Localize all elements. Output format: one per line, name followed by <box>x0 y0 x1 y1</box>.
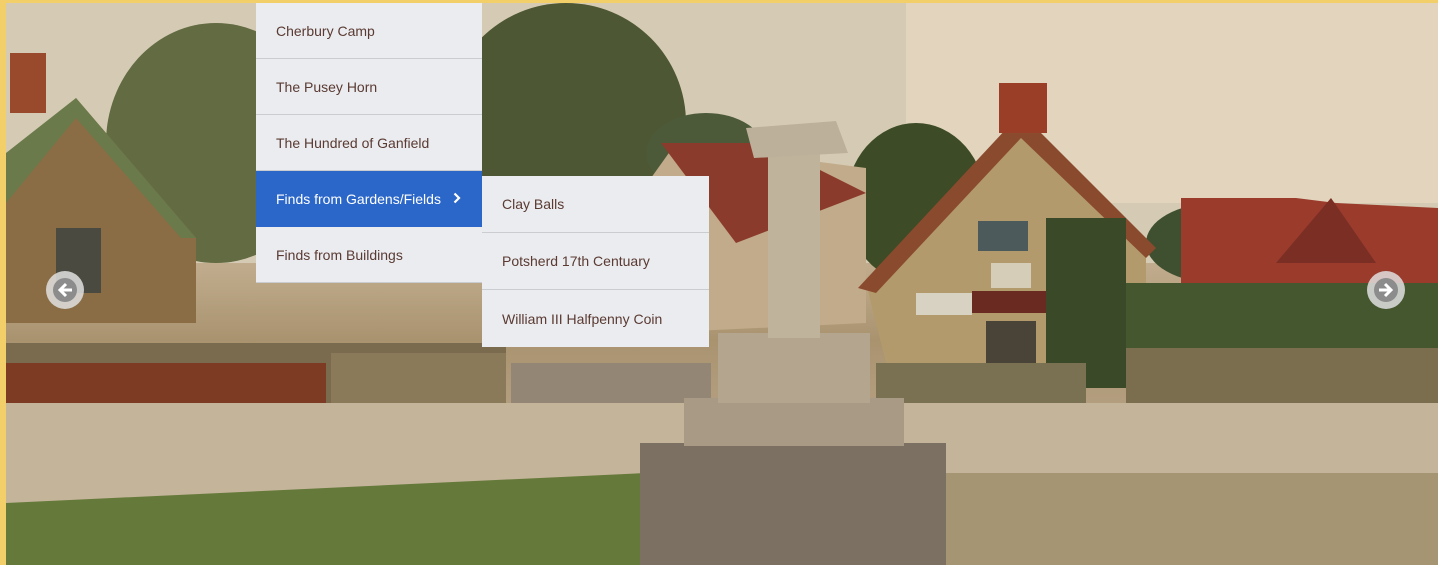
submenu-item-label: Clay Balls <box>502 196 565 212</box>
menu-item-finds-buildings[interactable]: Finds from Buildings <box>256 227 482 283</box>
dropdown-menu: Cherbury Camp The Pusey Horn The Hundred… <box>256 3 482 283</box>
submenu-item-label: William III Halfpenny Coin <box>502 310 663 327</box>
submenu-item-halfpenny-coin[interactable]: William III Halfpenny Coin <box>482 290 709 347</box>
village-postcard-image <box>6 3 1438 565</box>
menu-item-finds-gardens-fields[interactable]: Finds from Gardens/Fields <box>256 171 482 227</box>
submenu-item-potsherd[interactable]: Potsherd 17th Centuary <box>482 233 709 290</box>
hero-slider <box>6 3 1438 565</box>
submenu-item-clay-balls[interactable]: Clay Balls <box>482 176 709 233</box>
menu-item-label: Cherbury Camp <box>276 22 375 39</box>
menu-item-label: Finds from Buildings <box>276 246 403 263</box>
chevron-right-icon <box>453 192 461 204</box>
menu-item-cherbury-camp[interactable]: Cherbury Camp <box>256 3 482 59</box>
menu-item-pusey-horn[interactable]: The Pusey Horn <box>256 59 482 115</box>
next-slide-button[interactable] <box>1367 271 1405 309</box>
submenu-finds-gardens-fields: Clay Balls Potsherd 17th Centuary Willia… <box>482 176 709 347</box>
menu-item-label: Finds from Gardens/Fields <box>276 190 441 207</box>
arrow-right-circle-icon <box>1374 278 1398 302</box>
submenu-item-label: Potsherd 17th Centuary <box>502 253 650 269</box>
previous-slide-button[interactable] <box>46 271 84 309</box>
arrow-left-circle-icon <box>53 278 77 302</box>
menu-item-label: The Pusey Horn <box>276 78 378 95</box>
menu-item-label: The Hundred of Ganfield <box>276 134 430 151</box>
menu-item-hundred-of-ganfield[interactable]: The Hundred of Ganfield <box>256 115 482 171</box>
